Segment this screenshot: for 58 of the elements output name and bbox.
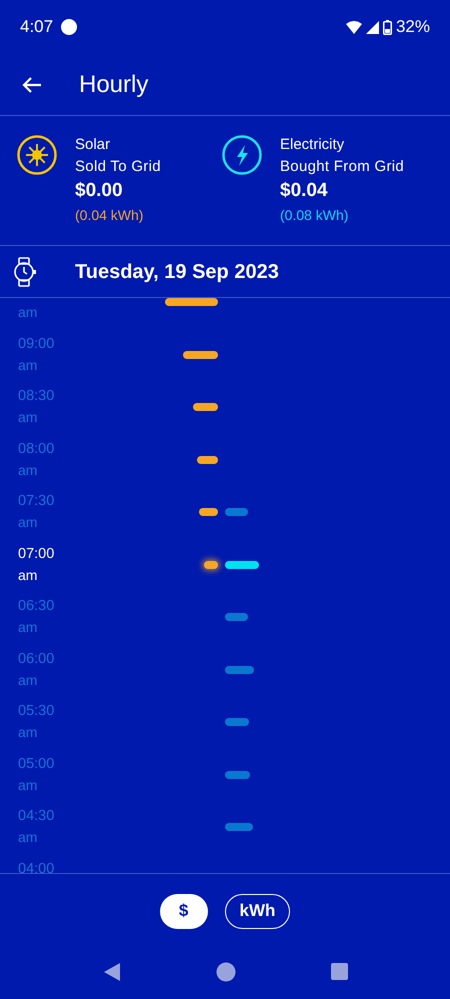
signal-icon: [366, 20, 379, 34]
battery-percent: 32%: [396, 16, 430, 38]
time-label: 04:00: [18, 860, 56, 873]
watch-icon: [13, 256, 37, 286]
summary-description: Bought From Grid: [280, 157, 404, 177]
hour-row[interactable]: 06:00 am: [0, 644, 450, 696]
period-label: am: [18, 618, 38, 638]
period-label: am: [18, 723, 38, 742]
summary-energy: (0.04 kWh): [75, 206, 144, 225]
period-label: am: [18, 303, 38, 322]
hour-row[interactable]: 08:00 am: [0, 434, 450, 486]
period-label: am: [18, 566, 38, 585]
hour-row[interactable]: 05:00 am: [0, 748, 450, 801]
summary-source: Electricity: [280, 135, 346, 155]
time-label: 06:00: [18, 650, 56, 669]
status-time: 4:07: [20, 16, 54, 38]
summary-amount: $0.00: [75, 179, 124, 203]
period-label: am: [18, 828, 38, 848]
hour-row[interactable]: 05:30 am: [0, 696, 450, 748]
time-label: 05:30: [18, 702, 56, 722]
unit-toggle[interactable]: $: [160, 894, 208, 928]
time-label: 09:00: [18, 334, 56, 354]
sun-icon: [17, 135, 57, 175]
period-label: am: [18, 670, 38, 690]
time-label: 04:30: [18, 807, 56, 826]
time-label: 06:30: [18, 597, 56, 616]
hour-row[interactable]: 04:00: [0, 854, 450, 873]
hour-row[interactable]: 08:30 am: [0, 381, 450, 434]
battery-icon: [382, 20, 392, 34]
period-label: am: [18, 513, 38, 532]
time-label: 07:30: [18, 492, 56, 512]
page-title: Hourly: [79, 70, 148, 100]
wifi-icon: [346, 20, 362, 34]
hour-row[interactable]: 06:30 am: [0, 591, 450, 644]
lightning-bolt-icon: [222, 135, 262, 175]
time-label: 07:00: [18, 544, 56, 564]
hour-row[interactable]: 09:00 am: [0, 328, 450, 381]
hour-row[interactable]: 07:00 am: [0, 538, 450, 591]
time-label: 08:30: [18, 387, 56, 406]
period-label: am: [18, 356, 38, 375]
period-label: am: [18, 408, 38, 428]
hour-row[interactable]: 07:30 am: [0, 486, 450, 538]
summary-source: Solar: [75, 135, 112, 155]
summary-energy: (0.08 kWh): [280, 206, 350, 225]
summary-description: Sold To Grid: [75, 157, 161, 177]
time-label: 08:00: [18, 440, 56, 459]
home-nav-icon[interactable]: [216, 962, 236, 982]
period-label: am: [18, 776, 38, 795]
time-label: 05:00: [18, 754, 56, 774]
period-label: am: [18, 460, 38, 480]
date-label: Tuesday, 19 Sep 2023: [75, 260, 279, 284]
unit-toggle[interactable]: kWh: [224, 894, 290, 928]
hour-row[interactable]: 04:30 am: [0, 801, 450, 854]
hour-row[interactable]: am: [0, 298, 450, 328]
recents-nav-icon[interactable]: [330, 963, 348, 980]
back-arrow-icon: [22, 76, 42, 94]
back-nav-icon[interactable]: [102, 962, 120, 982]
summary-amount: $0.04: [280, 179, 329, 203]
